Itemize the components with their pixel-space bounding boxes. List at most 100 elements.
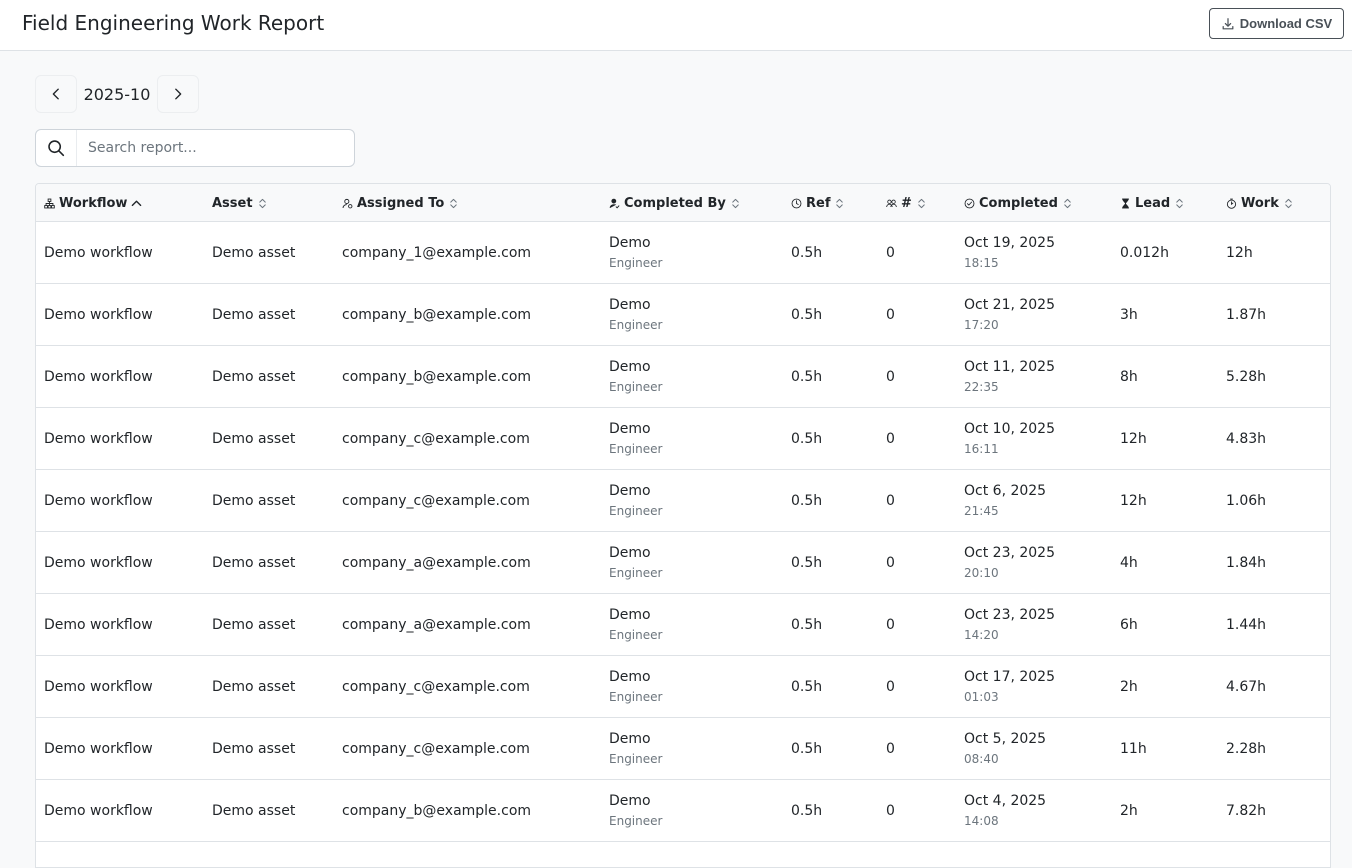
completed-time: 14:20: [964, 628, 999, 642]
download-csv-label: Download CSV: [1239, 16, 1333, 31]
completed-by-name: Demo: [609, 731, 651, 747]
previous-month-button[interactable]: [35, 75, 77, 113]
completed-by-role: Engineer: [609, 504, 663, 518]
column-header-workflow[interactable]: Workflow: [44, 184, 142, 222]
completed-by-name: Demo: [609, 359, 651, 375]
completed-cell: Oct 17, 2025 01:03: [964, 656, 1055, 717]
lead-cell: 8h: [1120, 368, 1138, 385]
search-input[interactable]: [77, 130, 354, 166]
completed-by-name: Demo: [609, 545, 651, 561]
check-circle-icon: [964, 198, 975, 209]
table-row[interactable]: Demo workflow Demo asset company_c@examp…: [36, 408, 1330, 470]
work-cell: 1.06h: [1226, 492, 1267, 509]
completed-date: Oct 11, 2025: [964, 359, 1055, 375]
completed-time: 17:20: [964, 318, 999, 332]
work-cell: 7.82h: [1226, 802, 1267, 819]
completed-time: 20:10: [964, 566, 999, 580]
download-icon: [1221, 17, 1235, 31]
column-header-ref[interactable]: Ref: [791, 184, 845, 222]
completed-cell: Oct 10, 2025 16:11: [964, 408, 1055, 469]
asset-cell: Demo asset: [212, 740, 296, 757]
workflow-cell: Demo workflow: [44, 430, 153, 447]
table-row[interactable]: Demo workflow Demo asset company_1@examp…: [36, 222, 1330, 284]
count-cell: 0: [886, 244, 895, 261]
month-navigation: 2025-10: [35, 75, 199, 113]
table-row[interactable]: Demo workflow Demo asset company_c@examp…: [36, 718, 1330, 780]
assigned-to-cell: company_c@example.com: [342, 492, 530, 509]
completed-by-cell: Demo Engineer: [609, 222, 662, 283]
clock-icon: [791, 198, 802, 209]
count-cell: 0: [886, 554, 895, 571]
completed-by-cell: Demo Engineer: [609, 408, 662, 469]
completed-by-role: Engineer: [609, 442, 663, 456]
work-cell: 5.28h: [1226, 368, 1267, 385]
column-header-asset[interactable]: Asset: [212, 184, 268, 222]
column-label: Ref: [806, 195, 831, 211]
table-row[interactable]: Demo workflow Demo asset company_b@examp…: [36, 780, 1330, 842]
asset-cell: Demo asset: [212, 244, 296, 261]
table-row[interactable]: Demo workflow Demo asset company_c@examp…: [36, 470, 1330, 532]
assigned-to-cell: company_a@example.com: [342, 616, 531, 633]
column-label: Work: [1241, 195, 1279, 211]
count-cell: 0: [886, 740, 895, 757]
ref-cell: 0.5h: [791, 740, 823, 757]
column-label: Completed By: [624, 195, 726, 211]
work-cell: 1.84h: [1226, 554, 1267, 571]
column-header-lead[interactable]: Lead: [1120, 184, 1185, 222]
next-month-button[interactable]: [157, 75, 199, 113]
work-cell: 12h: [1226, 244, 1253, 261]
asset-cell: Demo asset: [212, 554, 296, 571]
count-cell: 0: [886, 802, 895, 819]
column-header-count[interactable]: #: [886, 184, 927, 222]
count-cell: 0: [886, 616, 895, 633]
table-row[interactable]: Demo workflow Demo asset company_a@examp…: [36, 594, 1330, 656]
download-csv-button[interactable]: Download CSV: [1209, 8, 1344, 39]
ref-cell: 0.5h: [791, 492, 823, 509]
column-header-completed-by[interactable]: Completed By: [609, 184, 741, 222]
column-label: #: [901, 195, 912, 211]
assigned-to-cell: company_b@example.com: [342, 306, 532, 323]
table-row[interactable]: Demo workflow Demo asset company_a@examp…: [36, 532, 1330, 594]
completed-cell: Oct 23, 2025 20:10: [964, 532, 1055, 593]
assigned-to-cell: company_c@example.com: [342, 678, 530, 695]
column-label: Lead: [1135, 195, 1171, 211]
count-cell: 0: [886, 306, 895, 323]
completed-by-cell: Demo Engineer: [609, 346, 662, 407]
report-table: Workflow Asset Assigned To Completed By …: [35, 183, 1331, 868]
asset-cell: Demo asset: [212, 492, 296, 509]
completed-by-role: Engineer: [609, 752, 663, 766]
table-row[interactable]: Demo workflow Demo asset company_b@examp…: [36, 346, 1330, 408]
workflow-icon: [44, 198, 55, 209]
completed-time: 18:15: [964, 256, 999, 270]
workflow-cell: Demo workflow: [44, 616, 153, 633]
workflow-cell: Demo workflow: [44, 554, 153, 571]
completed-cell: Oct 11, 2025 22:35: [964, 346, 1055, 407]
column-header-work[interactable]: Work: [1226, 184, 1294, 222]
completed-by-role: Engineer: [609, 256, 663, 270]
work-cell: 1.87h: [1226, 306, 1267, 323]
completed-by-name: Demo: [609, 483, 651, 499]
stopwatch-icon: [1226, 198, 1237, 209]
completed-by-cell: Demo Engineer: [609, 780, 662, 841]
column-header-completed[interactable]: Completed: [964, 184, 1073, 222]
completed-time: 14:08: [964, 814, 999, 828]
lead-cell: 12h: [1120, 492, 1147, 509]
completed-by-name: Demo: [609, 793, 651, 809]
completed-by-role: Engineer: [609, 814, 663, 828]
work-cell: 1.44h: [1226, 616, 1267, 633]
completed-date: Oct 10, 2025: [964, 421, 1055, 437]
ref-cell: 0.5h: [791, 802, 823, 819]
column-label: Completed: [979, 195, 1058, 211]
work-cell: 2.28h: [1226, 740, 1267, 757]
completed-by-cell: Demo Engineer: [609, 284, 662, 345]
lead-cell: 4h: [1120, 554, 1138, 571]
column-header-assigned-to[interactable]: Assigned To: [342, 184, 459, 222]
ref-cell: 0.5h: [791, 678, 823, 695]
assigned-to-cell: company_b@example.com: [342, 368, 532, 385]
page-title: Field Engineering Work Report: [22, 11, 325, 35]
completed-by-role: Engineer: [609, 318, 663, 332]
table-row[interactable]: Demo workflow Demo asset company_b@examp…: [36, 284, 1330, 346]
completed-date: Oct 4, 2025: [964, 793, 1047, 809]
table-row[interactable]: Demo workflow Demo asset company_c@examp…: [36, 656, 1330, 718]
sort-icon: [730, 198, 741, 209]
